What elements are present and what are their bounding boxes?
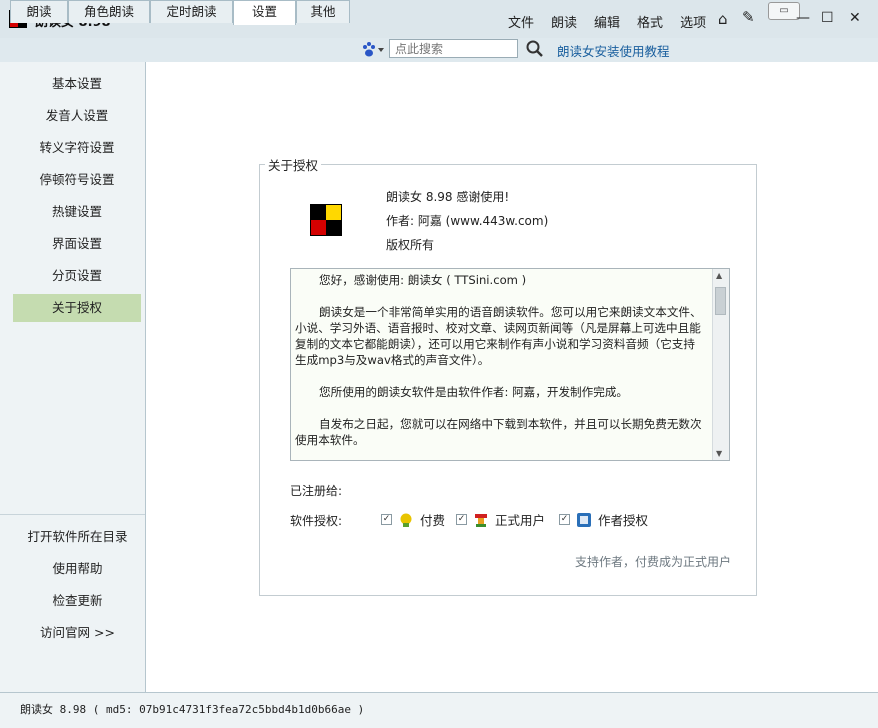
top-menu: 文件 朗读 编辑 格式 选项 (508, 12, 723, 31)
search-input[interactable] (389, 39, 518, 58)
official-user-checkbox[interactable]: ✓ (456, 514, 467, 525)
close-button[interactable]: ✕ (849, 10, 861, 26)
license-paid: ✓ 付费 (381, 510, 445, 529)
menu-file[interactable]: 文件 (508, 12, 534, 31)
app-logo-large-icon (310, 204, 342, 236)
license-text: 您好，感谢使用: 朗读女 ( TTSini.com ) 朗读女是一个非常简单实用… (295, 272, 705, 460)
license-author-auth: ✓ 作者授权 (559, 510, 648, 529)
license-paragraph: 自发布之日起，您就可以在网络中下载到本软件，并且可以长期免费无数次使用本软件。 (295, 417, 702, 447)
author-auth-checkbox[interactable]: ✓ (559, 514, 570, 525)
minimize-button[interactable]: — (796, 10, 810, 26)
paid-label: 付费 (420, 513, 446, 528)
license-label: 软件授权: (290, 514, 343, 528)
home-icon[interactable]: ⌂ (718, 10, 728, 28)
paid-checkbox[interactable]: ✓ (381, 514, 392, 525)
sidebar-item-basic[interactable]: 基本设置 (13, 70, 141, 98)
author-auth-label: 作者授权 (598, 513, 649, 528)
registered-to-label: 已注册给: (290, 484, 343, 498)
license-official-user: ✓ 正式用户 (456, 510, 545, 529)
official-user-icon (475, 513, 487, 527)
menu-edit[interactable]: 编辑 (594, 12, 620, 31)
menu-format[interactable]: 格式 (637, 12, 663, 31)
about-copyright-line: 版权所有 (386, 238, 435, 252)
search-icon[interactable] (525, 39, 545, 59)
menu-options[interactable]: 选项 (680, 12, 706, 31)
license-text-scrollbar[interactable]: ▲ ▼ (712, 269, 729, 460)
sidebar: 基本设置 发音人设置 转义字符设置 停顿符号设置 热键设置 界面设置 分页设置 … (0, 62, 146, 692)
support-author-link[interactable]: 支持作者，付费成为正式用户 (575, 553, 731, 570)
about-author-line: 作者: 阿嘉 (www.443w.com) (386, 214, 549, 228)
sidebar-item-voice[interactable]: 发音人设置 (13, 102, 141, 130)
sidebar-item-about-license[interactable]: 关于授权 (13, 294, 141, 322)
tab-read[interactable]: 朗读 (10, 0, 68, 23)
check-update-link[interactable]: 检查更新 (0, 587, 155, 615)
scroll-up-icon[interactable]: ▲ (716, 271, 722, 280)
tab-timed-read[interactable]: 定时朗读 (150, 0, 233, 23)
license-text-area[interactable]: 您好，感谢使用: 朗读女 ( TTSini.com ) 朗读女是一个非常简单实用… (290, 268, 730, 461)
tab-role-read[interactable]: 角色朗读 (68, 0, 150, 23)
menu-read[interactable]: 朗读 (551, 12, 577, 31)
scroll-down-icon[interactable]: ▼ (716, 449, 722, 458)
visit-website-link[interactable]: 访问官网 >> (0, 619, 155, 647)
scroll-thumb[interactable] (715, 287, 726, 315)
license-paragraph: 您好，感谢使用: 朗读女 ( TTSini.com ) (319, 273, 527, 287)
paw-search-engine-icon[interactable] (361, 41, 385, 59)
license-paragraph: 朗读女是一个非常简单实用的语音朗读软件。您可以用它来朗读文本文件、小说、学习外语… (295, 305, 702, 367)
about-license-legend: 关于授权 (265, 155, 322, 174)
sidebar-divider (0, 514, 145, 515)
status-bar: 朗读女 8.98 ( md5: 07b91c4731f3fea72c5bbd4b… (0, 692, 878, 728)
open-install-dir-link[interactable]: 打开软件所在目录 (0, 523, 155, 551)
help-link[interactable]: 使用帮助 (0, 555, 155, 583)
sidebar-item-hotkeys[interactable]: 热键设置 (13, 198, 141, 226)
maximize-button[interactable]: ☐ (821, 10, 834, 26)
about-version-line: 朗读女 8.98 感谢使用! (386, 190, 510, 204)
status-text: 朗读女 8.98 ( md5: 07b91c4731f3fea72c5bbd4b… (20, 703, 365, 716)
sidebar-item-interface[interactable]: 界面设置 (13, 230, 141, 258)
official-user-label: 正式用户 (495, 513, 546, 528)
coin-icon (400, 513, 412, 527)
tools-icon[interactable]: ✎ (742, 8, 755, 26)
tutorial-link[interactable]: 朗读女安装使用教程 (557, 41, 670, 60)
license-paragraph: 您所使用的朗读女软件是由软件作者: 阿嘉，开发制作完成。 (319, 385, 629, 399)
sidebar-item-pause-symbols[interactable]: 停顿符号设置 (13, 166, 141, 194)
sidebar-item-paging[interactable]: 分页设置 (13, 262, 141, 290)
tab-other[interactable]: 其他 (296, 0, 350, 23)
sidebar-item-escape-chars[interactable]: 转义字符设置 (13, 134, 141, 162)
author-auth-icon (577, 512, 591, 527)
tab-settings[interactable]: 设置 (233, 0, 296, 25)
